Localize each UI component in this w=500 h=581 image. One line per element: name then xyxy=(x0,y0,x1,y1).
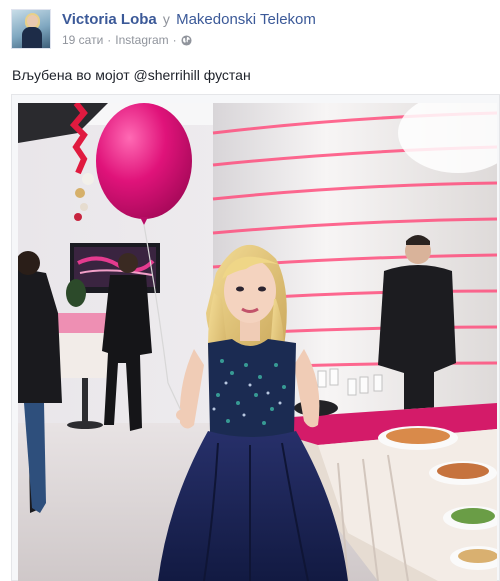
author-name-link[interactable]: Victoria Loba xyxy=(62,11,157,28)
post-timestamp[interactable]: 19 сати xyxy=(62,33,103,47)
group-name-link[interactable]: Makedonski Telekom xyxy=(176,11,316,28)
avatar-body xyxy=(22,27,42,48)
meta-separator: · xyxy=(172,33,177,47)
post-meta: 19 сати · Instagram · xyxy=(62,32,192,48)
photo-scene xyxy=(18,103,497,581)
post-photo[interactable] xyxy=(18,103,497,581)
facebook-post: Victoria Loba у Makedonski Telekom 19 са… xyxy=(0,0,500,581)
meta-separator: · xyxy=(107,33,112,47)
post-header: Victoria Loba у Makedonski Telekom xyxy=(62,10,316,29)
author-avatar[interactable] xyxy=(11,9,51,49)
in-word: у xyxy=(162,11,170,27)
post-caption: Вљубена во мојот @sherrihill фустан xyxy=(12,67,251,83)
globe-icon[interactable] xyxy=(181,35,192,46)
post-source[interactable]: Instagram xyxy=(115,33,168,47)
avatar-face xyxy=(27,15,38,27)
